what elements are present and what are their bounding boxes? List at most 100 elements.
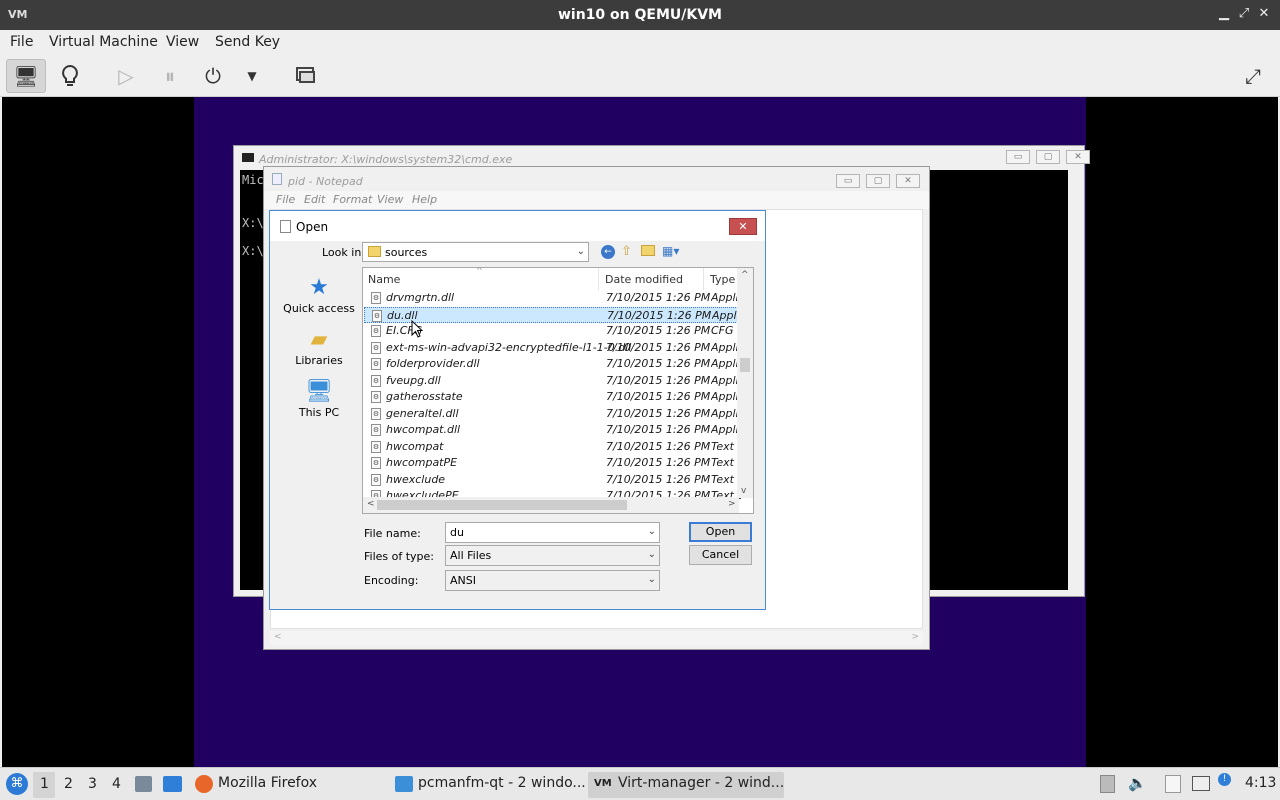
files-of-type-select[interactable]: All Files ⌄ bbox=[445, 545, 660, 566]
firefox-icon bbox=[195, 775, 213, 793]
up-folder-icon[interactable]: ⇧ bbox=[621, 244, 632, 259]
notification-icon[interactable]: ! bbox=[1218, 773, 1231, 786]
maximize-icon[interactable]: ⤢ bbox=[1236, 6, 1252, 21]
file-row[interactable]: ⚙generaltel.dll7/10/2015 1:26 PMApplic bbox=[364, 406, 741, 422]
file-list[interactable]: Name ^ Date modified Type ⚙ drvmgrtn.dll 7… bbox=[362, 267, 754, 514]
places-bar: ★ Quick access ▰ Libraries 🖥 This PC bbox=[283, 265, 355, 510]
back-icon[interactable]: ← bbox=[601, 245, 615, 259]
pause-icon[interactable]: ⏸ bbox=[150, 59, 190, 93]
notepad-menu-file[interactable]: File bbox=[276, 193, 295, 206]
workspace-3[interactable]: 3 bbox=[88, 776, 97, 792]
close-icon[interactable]: ✕ bbox=[896, 174, 920, 188]
file-list-hscrollbar[interactable]: < > bbox=[363, 497, 739, 513]
file-row[interactable]: ⚙hwcompatPE7/10/2015 1:26 PMText Do bbox=[364, 455, 741, 471]
clipboard-icon[interactable] bbox=[1100, 775, 1115, 793]
snapshots-icon[interactable] bbox=[286, 59, 326, 93]
minimize-icon[interactable]: ▁ bbox=[1216, 6, 1232, 21]
file-name: folderprovider.dll bbox=[386, 357, 480, 370]
scroll-down-icon[interactable]: v bbox=[741, 486, 746, 496]
file-date: 7/10/2015 1:26 PM bbox=[606, 357, 711, 370]
menu-bar: File Virtual Machine View Send Key bbox=[0, 30, 1280, 55]
lightbulb-icon[interactable] bbox=[50, 59, 90, 93]
file-row[interactable]: ⚙ folderprovider.dll 7/10/2015 1:26 PM Appl… bbox=[364, 356, 741, 372]
file-manager-icon[interactable] bbox=[135, 776, 152, 792]
start-menu-icon[interactable]: ⌘ bbox=[6, 773, 28, 795]
place-quick-access[interactable]: ★ Quick access bbox=[283, 275, 355, 315]
chevron-down-icon[interactable]: ⌄ bbox=[648, 526, 656, 537]
place-libraries[interactable]: ▰ Libraries bbox=[283, 327, 355, 367]
volume-icon[interactable]: 🔈 bbox=[1128, 774, 1147, 792]
task-virt-manager[interactable]: Virt-manager - 2 wind... bbox=[618, 775, 784, 791]
menu-view[interactable]: View bbox=[166, 34, 199, 50]
close-icon[interactable]: ✕ bbox=[1066, 150, 1090, 164]
file-row[interactable]: ⚙gatherosstate7/10/2015 1:26 PMApplic bbox=[364, 389, 741, 405]
place-this-pc[interactable]: 🖥 This PC bbox=[283, 379, 355, 419]
scroll-left-icon[interactable]: < bbox=[367, 499, 375, 509]
workspace-1[interactable]: 1 bbox=[40, 776, 49, 792]
close-icon[interactable]: ✕ bbox=[1256, 6, 1272, 21]
file-list-vscrollbar[interactable]: ^ v bbox=[737, 268, 753, 498]
new-folder-icon[interactable] bbox=[641, 245, 655, 256]
dialog-close-button[interactable]: ✕ bbox=[729, 218, 757, 235]
network-icon[interactable] bbox=[1192, 776, 1210, 791]
notepad-menu-help[interactable]: Help bbox=[412, 193, 437, 206]
file-row[interactable]: ⚙hwcompat7/10/2015 1:26 PMText Do bbox=[364, 439, 741, 455]
power-icon[interactable]: ⏻ bbox=[193, 59, 233, 93]
minimize-icon[interactable]: ▭ bbox=[836, 174, 860, 188]
file-name-label: File name: bbox=[364, 527, 421, 540]
notepad-menu-format[interactable]: Format bbox=[333, 193, 372, 206]
file-icon: ⚙ bbox=[371, 341, 381, 354]
minimize-icon[interactable]: ▭ bbox=[1006, 150, 1030, 164]
fullscreen-icon[interactable]: ⤢ bbox=[1233, 59, 1273, 93]
file-name: hwcompat bbox=[386, 439, 444, 453]
chevron-down-icon[interactable]: ▼ bbox=[232, 59, 272, 93]
menu-file[interactable]: File bbox=[10, 34, 33, 50]
place-label: Quick access bbox=[283, 302, 355, 315]
file-date: 7/10/2015 1:26 PM bbox=[606, 340, 711, 354]
scroll-thumb[interactable] bbox=[377, 500, 627, 510]
file-name-input[interactable]: du ⌄ bbox=[445, 522, 660, 543]
notepad-title-bar: pid - Notepad ▭ ▢ ✕ bbox=[264, 167, 929, 191]
task-firefox[interactable]: Mozilla Firefox bbox=[218, 775, 317, 791]
file-date: 7/10/2015 1:26 PM bbox=[606, 439, 711, 453]
task-pcmanfm[interactable]: pcmanfm-qt - 2 windo... bbox=[418, 775, 586, 791]
cancel-button[interactable]: Cancel bbox=[689, 545, 752, 565]
file-icon: ⚙ bbox=[371, 440, 381, 453]
menu-virtual-machine[interactable]: Virtual Machine bbox=[49, 34, 158, 50]
notepad-menu-view[interactable]: View bbox=[377, 193, 403, 206]
cmd-scrollbar[interactable] bbox=[1068, 170, 1080, 590]
workspace-2[interactable]: 2 bbox=[64, 776, 73, 792]
workspace-4[interactable]: 4 bbox=[112, 776, 121, 792]
menu-send-key[interactable]: Send Key bbox=[215, 34, 280, 50]
maximize-icon[interactable]: ▢ bbox=[866, 174, 890, 188]
file-row[interactable]: ⚙ ext-ms-win-advapi32-encryptedfile-l1-1-… bbox=[364, 340, 741, 356]
window-title: win10 on QEMU/KVM bbox=[557, 7, 722, 23]
encoding-select[interactable]: ANSI ⌄ bbox=[445, 570, 660, 591]
notepad-title: pid - Notepad bbox=[288, 175, 363, 188]
scroll-right-icon[interactable]: > bbox=[911, 632, 919, 642]
scroll-thumb[interactable] bbox=[740, 358, 750, 372]
notepad-hscrollbar[interactable]: < > bbox=[270, 631, 923, 645]
file-row[interactable]: ⚙hwcompat.dll7/10/2015 1:26 PMApplic bbox=[364, 422, 741, 438]
scroll-left-icon[interactable]: < bbox=[274, 632, 282, 642]
cmd-title: Administrator: X:\windows\system32\cmd.e… bbox=[259, 153, 513, 166]
scroll-right-icon[interactable]: > bbox=[728, 499, 736, 509]
notepad-menu-edit[interactable]: Edit bbox=[304, 193, 325, 206]
scroll-up-icon[interactable]: ^ bbox=[741, 270, 749, 280]
sort-arrow-icon: ^ bbox=[476, 267, 483, 275]
play-icon[interactable]: ▷ bbox=[106, 59, 146, 93]
view-menu-icon[interactable]: ▦▾ bbox=[662, 244, 679, 258]
file-date: 7/10/2015 1:26 PM bbox=[606, 456, 711, 469]
column-date-modified[interactable]: Date modified bbox=[600, 268, 704, 290]
file-row[interactable]: ⚙hwexclude7/10/2015 1:26 PMText Do bbox=[364, 472, 741, 488]
monitor-icon[interactable]: 🖥 bbox=[6, 59, 46, 93]
open-button[interactable]: Open bbox=[689, 522, 752, 542]
maximize-icon[interactable]: ▢ bbox=[1036, 150, 1060, 164]
look-in-select[interactable]: sources ⌄ bbox=[362, 242, 589, 262]
desktop-icon[interactable] bbox=[163, 776, 182, 792]
file-icon: ⚙ bbox=[371, 358, 381, 370]
clock[interactable]: 4:13 bbox=[1245, 775, 1276, 791]
file-row[interactable]: ⚙drvmgrtn.dll7/10/2015 1:26 PMApplic bbox=[364, 290, 741, 306]
file-row[interactable]: ⚙fveupg.dll7/10/2015 1:26 PMApplic bbox=[364, 373, 741, 389]
notes-icon[interactable] bbox=[1165, 775, 1181, 793]
